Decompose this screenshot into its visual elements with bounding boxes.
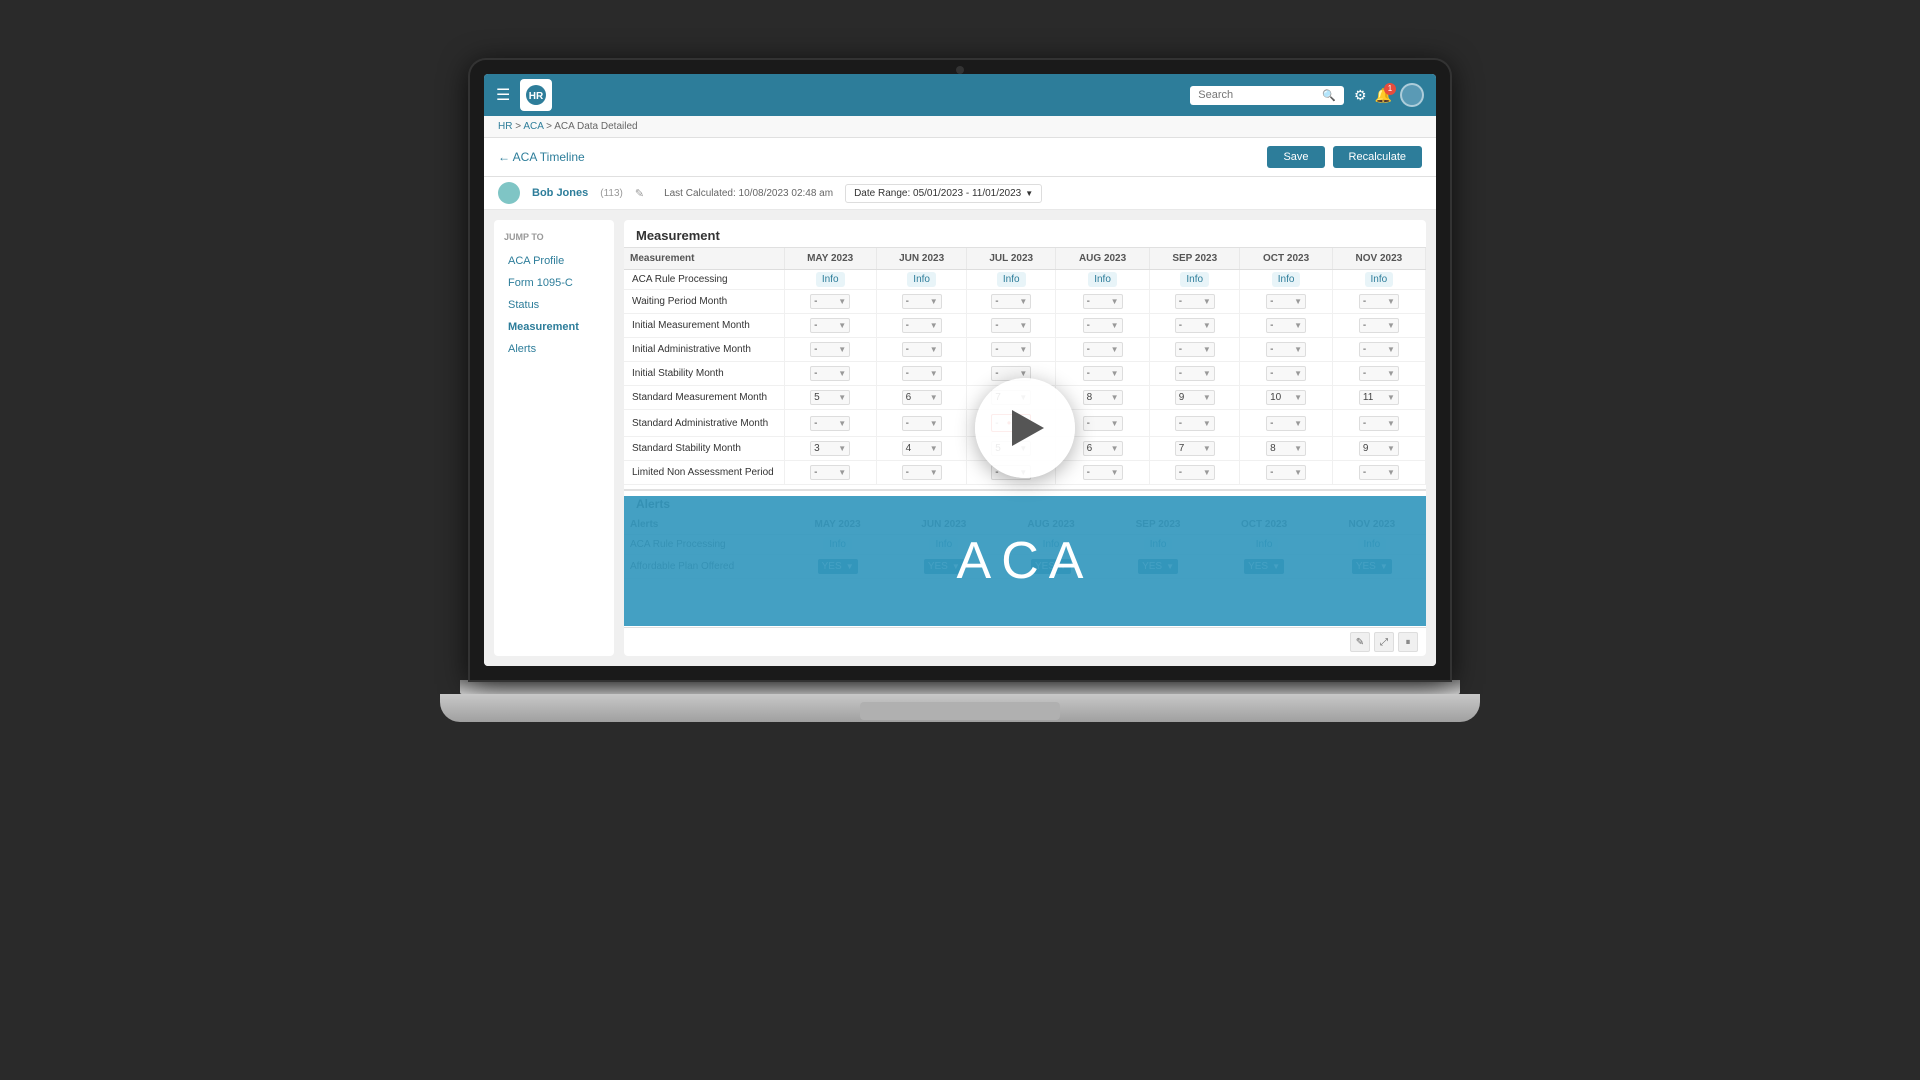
- main-panel: Measurement Measurement MAY 2023: [624, 220, 1426, 656]
- page-header: ← ACA Timeline Save Recalculate: [484, 138, 1436, 177]
- aca-banner: ACA: [624, 496, 1426, 626]
- back-button[interactable]: ← ACA Timeline: [498, 150, 585, 164]
- search-box[interactable]: 🔍: [1190, 86, 1344, 105]
- content-area: JUMP TO ACA Profile Form 1095-C Status M…: [484, 210, 1436, 666]
- user-id: (113): [600, 188, 623, 199]
- sidebar: JUMP TO ACA Profile Form 1095-C Status M…: [494, 220, 614, 656]
- breadcrumb-hr[interactable]: HR: [498, 121, 512, 132]
- sidebar-item-aca-profile[interactable]: ACA Profile: [504, 250, 604, 272]
- sidebar-item-form-1095c[interactable]: Form 1095-C: [504, 272, 604, 294]
- sidebar-item-alerts[interactable]: Alerts: [504, 338, 604, 360]
- page-actions: Save Recalculate: [1267, 146, 1422, 168]
- video-play-container: [975, 378, 1075, 478]
- page-title-row: ← ACA Timeline: [498, 150, 585, 164]
- breadcrumb-current: ACA Data Detailed: [554, 121, 637, 132]
- laptop-hinge: [460, 680, 1460, 694]
- save-button[interactable]: Save: [1267, 146, 1324, 168]
- play-triangle-icon: [1012, 410, 1044, 446]
- top-navigation: ☰ HR 🔍: [484, 74, 1436, 116]
- jump-to-label: JUMP TO: [504, 232, 604, 242]
- breadcrumb: HR > ACA > ACA Data Detailed: [484, 116, 1436, 138]
- user-edit-icon[interactable]: ✎: [635, 187, 644, 200]
- notification-icon[interactable]: 🔔 1: [1375, 87, 1392, 104]
- page-background: ☰ HR 🔍: [0, 0, 1920, 1080]
- date-range-button[interactable]: Date Range: 05/01/2023 - 11/01/2023 ▼: [845, 184, 1042, 203]
- aca-banner-text: ACA: [957, 531, 1094, 591]
- sidebar-item-status[interactable]: Status: [504, 294, 604, 316]
- date-range-text: Date Range: 05/01/2023 - 11/01/2023: [854, 188, 1021, 199]
- svg-text:HR: HR: [529, 91, 544, 102]
- search-icon: 🔍: [1322, 89, 1336, 102]
- hamburger-menu-icon[interactable]: ☰: [496, 85, 510, 105]
- laptop-screen: ☰ HR 🔍: [484, 74, 1436, 666]
- breadcrumb-aca[interactable]: ACA: [523, 121, 543, 132]
- laptop-camera: [956, 66, 964, 74]
- laptop-base: [440, 694, 1480, 722]
- company-logo: HR: [520, 79, 552, 111]
- search-area: 🔍: [1190, 86, 1344, 105]
- video-overlay: ACA: [624, 220, 1426, 656]
- breadcrumb-sep2: >: [546, 121, 554, 132]
- user-avatar[interactable]: [1400, 83, 1424, 107]
- notification-badge: 1: [1384, 83, 1396, 95]
- user-name: Bob Jones: [532, 187, 588, 199]
- sidebar-item-measurement[interactable]: Measurement: [504, 316, 604, 338]
- user-info-bar: Bob Jones (113) ✎ Last Calculated: 10/08…: [484, 177, 1436, 210]
- settings-icon[interactable]: ⚙: [1354, 87, 1367, 104]
- search-input[interactable]: [1198, 89, 1318, 101]
- laptop-screen-bezel: ☰ HR 🔍: [470, 60, 1450, 680]
- recalculate-button[interactable]: Recalculate: [1333, 146, 1422, 168]
- laptop-device: ☰ HR 🔍: [460, 60, 1460, 1020]
- nav-icons: ⚙ 🔔 1: [1354, 83, 1424, 107]
- last-calculated: Last Calculated: 10/08/2023 02:48 am: [664, 188, 833, 199]
- laptop-touchpad: [860, 702, 1060, 720]
- app-wrapper: ☰ HR 🔍: [484, 74, 1436, 666]
- date-range-chevron: ▼: [1025, 189, 1033, 198]
- video-play-button[interactable]: [975, 378, 1075, 478]
- user-avatar-small: [498, 182, 520, 204]
